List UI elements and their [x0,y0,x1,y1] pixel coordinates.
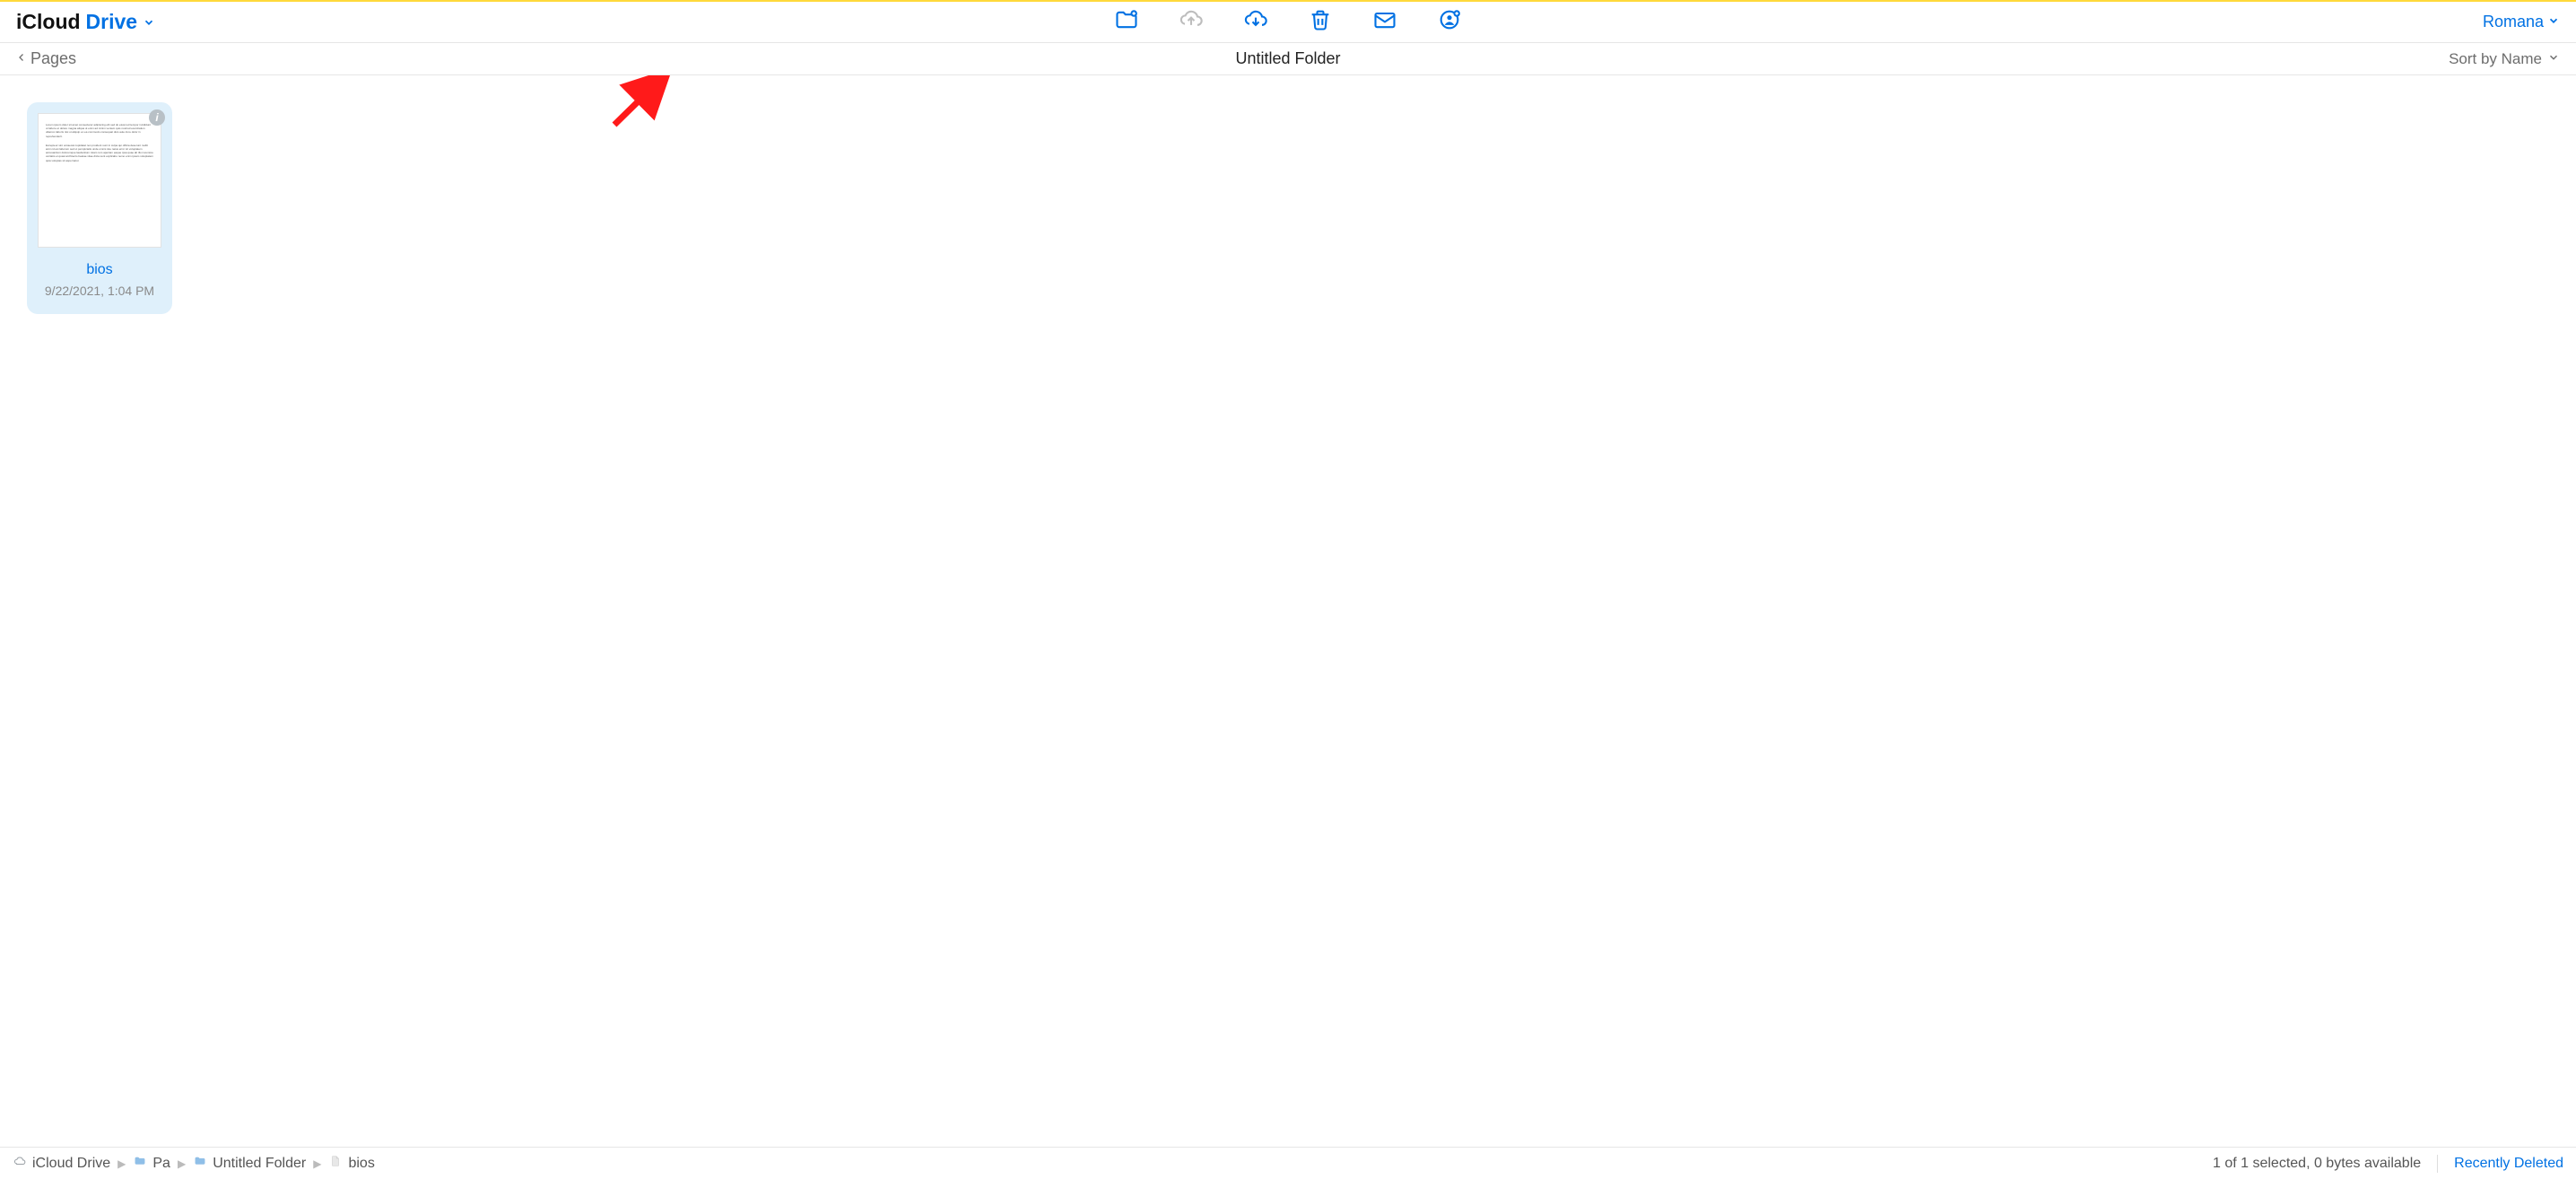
cloud-upload-icon [1179,7,1204,37]
breadcrumb-label: bios [348,1156,374,1172]
top-bar: iCloud Drive [0,0,2576,43]
folder-plus-icon [1114,7,1139,37]
selection-status: 1 of 1 selected, 0 bytes available [2213,1156,2421,1172]
breadcrumb-label: iCloud Drive [32,1156,110,1172]
toolbar [1113,9,1463,36]
download-button[interactable] [1242,9,1269,36]
chevron-down-icon [143,10,155,34]
account-name: Romana [2483,13,2544,31]
divider [2437,1155,2438,1173]
breadcrumb: iCloud Drive ▶ Pa ▶ Untitled Folder ▶ bi… [13,1155,375,1172]
cloud-download-icon [1243,7,1268,37]
breadcrumb-separator-icon: ▶ [117,1157,126,1170]
info-button[interactable]: i [149,109,165,126]
breadcrumb-label: Pa [152,1156,170,1172]
sort-dropdown[interactable]: Sort by Name [2449,50,2560,68]
sort-label: Sort by Name [2449,50,2542,68]
chevron-left-icon [16,49,27,69]
info-icon: i [155,111,158,124]
document-icon [328,1155,343,1172]
trash-icon [1308,7,1333,37]
folder-title: Untitled Folder [1235,49,1340,68]
content-area: i Lorem ipsum dolor sit amet consectetur… [0,75,2576,1147]
chevron-down-icon [2547,50,2560,68]
breadcrumb-untitled-folder[interactable]: Untitled Folder [193,1155,306,1172]
back-label: Pages [30,49,76,68]
breadcrumb-pages[interactable]: Pa [133,1155,170,1172]
folder-icon [133,1155,147,1172]
email-button[interactable] [1371,9,1398,36]
chevron-down-icon [2547,13,2560,31]
brand-dropdown[interactable]: iCloud Drive [16,10,155,34]
breadcrumb-separator-icon: ▶ [313,1157,321,1170]
breadcrumb-file[interactable]: bios [328,1155,374,1172]
delete-button[interactable] [1307,9,1334,36]
annotation-arrow [610,75,673,134]
brand-icloud: iCloud [16,10,81,34]
file-date: 9/22/2021, 1:04 PM [38,284,161,298]
brand-drive: Drive [86,10,138,34]
folder-icon [193,1155,207,1172]
status-right: 1 of 1 selected, 0 bytes available Recen… [2213,1155,2563,1173]
breadcrumb-label: Untitled Folder [213,1156,306,1172]
new-folder-button[interactable] [1113,9,1140,36]
back-button[interactable]: Pages [16,49,76,69]
file-item[interactable]: i Lorem ipsum dolor sit amet consectetur… [27,102,172,314]
cloud-icon [13,1155,27,1172]
mail-icon [1372,7,1397,37]
recently-deleted-link[interactable]: Recently Deleted [2454,1156,2563,1172]
file-thumbnail: Lorem ipsum dolor sit amet consectetur a… [38,113,161,248]
sub-bar: Pages Untitled Folder Sort by Name [0,43,2576,75]
status-bar: iCloud Drive ▶ Pa ▶ Untitled Folder ▶ bi… [0,1147,2576,1179]
share-person-icon [1437,7,1462,37]
breadcrumb-separator-icon: ▶ [178,1157,186,1170]
breadcrumb-root[interactable]: iCloud Drive [13,1155,110,1172]
share-button[interactable] [1436,9,1463,36]
file-name: bios [38,262,161,278]
upload-button [1178,9,1205,36]
account-menu[interactable]: Romana [2483,13,2560,31]
